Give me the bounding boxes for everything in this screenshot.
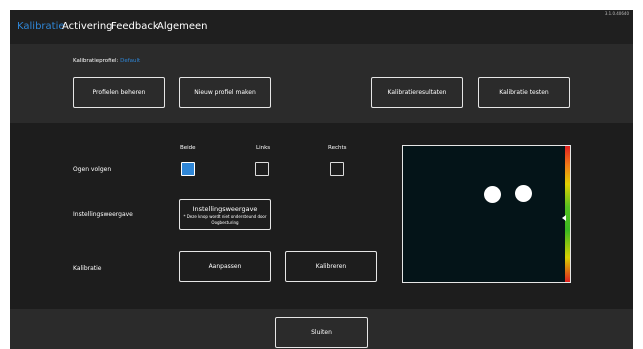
- tab-algemeen[interactable]: Algemeen: [157, 21, 208, 32]
- eye-tracking-preview: [402, 145, 571, 283]
- eyes-follow-label: Ogen volgen: [73, 166, 112, 173]
- right-eye-indicator: [515, 185, 532, 202]
- calibration-label: Kalibratie: [73, 265, 102, 272]
- app-window: Kalibratie Activering Feedback Algemeen …: [10, 10, 633, 349]
- tab-activering[interactable]: Activering: [62, 21, 113, 32]
- new-profile-button[interactable]: Nieuw profiel maken: [179, 77, 271, 108]
- settings-view-label: Instellingsweergave: [73, 211, 133, 218]
- settings-view-button-note-2: Oogbesturing: [211, 219, 239, 225]
- option-right-label: Rechts: [328, 145, 347, 151]
- distance-pointer-icon: [562, 215, 566, 221]
- tab-bar: Kalibratie Activering Feedback Algemeen …: [10, 10, 633, 44]
- settings-view-button-title: Instellingsweergave: [192, 204, 258, 213]
- left-eye-indicator: [484, 186, 501, 203]
- settings-view-button-note: * Deze knop wordt niet ondersteund door: [183, 213, 267, 219]
- profile-name-link[interactable]: Default: [120, 58, 140, 64]
- distance-gauge: [565, 146, 570, 282]
- test-calibration-button[interactable]: Kalibratie testen: [478, 77, 570, 108]
- profile-label: Kalibratieprofiel:: [73, 58, 119, 64]
- version-label: 3.1.0.40640: [604, 11, 629, 16]
- close-button[interactable]: Sluiten: [275, 317, 368, 348]
- right-eye-checkbox[interactable]: [330, 162, 344, 176]
- option-both-label: Beide: [180, 145, 196, 151]
- manage-profiles-button[interactable]: Profielen beheren: [73, 77, 165, 108]
- tab-feedback[interactable]: Feedback: [111, 21, 159, 32]
- calibration-panel: Ogen volgen Beide Links Rechts Instellin…: [10, 123, 633, 309]
- left-eye-checkbox[interactable]: [255, 162, 269, 176]
- adjust-button[interactable]: Aanpassen: [179, 251, 271, 282]
- calibration-results-button[interactable]: Kalibratieresultaten: [371, 77, 463, 108]
- both-eyes-checkbox[interactable]: [181, 162, 195, 176]
- tab-kalibratie[interactable]: Kalibratie: [17, 21, 65, 32]
- profile-row: Kalibratieprofiel: Default: [73, 58, 140, 64]
- settings-view-button[interactable]: Instellingsweergave * Deze knop wordt ni…: [179, 199, 271, 230]
- calibrate-button[interactable]: Kalibreren: [285, 251, 377, 282]
- option-left-label: Links: [256, 145, 271, 151]
